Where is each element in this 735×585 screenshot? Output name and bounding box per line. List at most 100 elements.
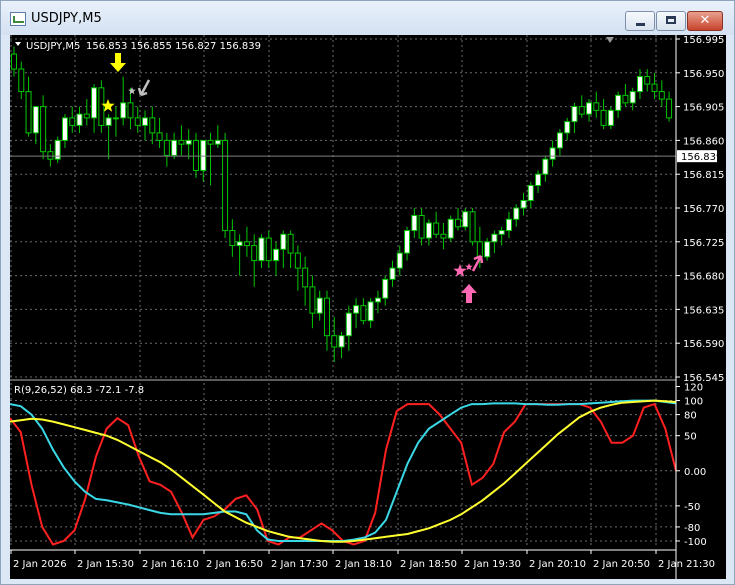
candle-body [636,76,643,93]
candle-body [178,139,185,145]
candle-body [112,117,119,120]
candle [666,91,673,122]
candle [462,208,469,231]
price-axis: 156.995 156.950 156.905 156.860 156.815 156.7… [676,35,724,384]
candle [309,275,316,329]
candle-body [192,139,199,171]
indicator-title: R(9,26,52) 68.3 -72.1 -7.8 [14,385,144,396]
candle-body [491,233,498,243]
candle-body [134,117,141,126]
price-tick-label: 156.725 [683,238,724,249]
collapse-triangle-icon[interactable] [15,42,21,46]
signals-layer [101,53,484,303]
candle-body [40,106,47,153]
candle [367,298,374,329]
time-tick-label: 2 Jan 16:50 [206,559,263,570]
candle [192,132,199,178]
arrow-up-icon [461,284,477,303]
candle-body [287,233,294,254]
candle-body [374,297,381,303]
candle [54,136,61,163]
minimize-button[interactable] [625,11,655,31]
candle-body [229,230,236,247]
candle [156,117,163,148]
price-tick-label: 156.680 [683,272,724,283]
window-title: USDJPY,M5 [31,11,102,26]
candle [542,155,549,182]
candle [440,223,447,250]
candle [105,114,112,160]
arrow-up-right-icon [471,254,484,272]
candle-body [76,113,83,126]
candle [535,170,542,193]
time-tick-label: 2 Jan 21:30 [658,559,715,570]
candle-body [338,335,345,348]
candle-body [658,91,665,100]
candle-body [25,91,32,134]
candle-body [396,252,403,269]
title-bar[interactable]: USDJPY,M5 ✕ [1,1,734,35]
candle-body [149,117,156,134]
candle [287,230,294,269]
price-tick-label: 156.635 [683,305,724,316]
symbol-name: USDJPY,M5 [26,41,80,52]
close-button[interactable]: ✕ [687,11,723,31]
indicator-axis: 120 100 80 50 0.00 -50 -80 -100 [676,383,707,548]
candle-body [520,199,527,209]
symbol-header: USDJPY,M5 156.853 156.855 156.827 156.83… [15,41,261,52]
candle [353,298,360,329]
price-tick-label: 156.770 [683,204,724,215]
candle [163,132,170,167]
candle [47,144,54,167]
indicator-tick-label: 0.00 [684,467,706,478]
candle [134,106,141,133]
candle [236,234,243,276]
candle-body [127,102,134,119]
candle-body [243,241,250,247]
candle-body [629,91,636,104]
candle [411,208,418,239]
candle [418,208,425,246]
candle [178,125,185,156]
candle [69,106,76,133]
indicator-tick-label: -50 [684,502,700,513]
candle-body [607,109,614,126]
time-tick-label: 2 Jan 19:30 [464,559,521,570]
candle-body [513,207,520,220]
candle [171,132,178,160]
candle-body [222,139,229,232]
current-price-label: 156.839 [677,150,722,163]
candle-body [214,139,221,145]
candle-body [163,139,170,156]
candle-body [69,117,76,126]
symbol-ohlc: 156.853 156.855 156.827 156.839 [86,41,261,52]
candle-body [498,230,505,235]
candle [243,226,250,257]
candle [120,76,127,126]
candle-body [294,252,301,269]
candle-body [615,94,622,111]
current-price-text: 156.839 [681,152,722,163]
chart-shift-marker-icon[interactable] [606,37,614,43]
arrow-down-left-icon [137,79,151,97]
candle-body [280,233,287,250]
candle-body [556,132,563,149]
candle-body [542,158,549,175]
candle-body [265,237,272,262]
candle-body [91,87,98,119]
candle-body [644,76,651,85]
candle [112,106,119,137]
indicator-tick-label: 120 [684,383,703,394]
candle-body [323,297,330,337]
candle-body [666,98,673,119]
candle [571,102,578,133]
chart-canvas[interactable]: 156.995 156.950 156.905 156.860 156.815 156.7… [9,35,726,579]
candle-body [61,117,68,141]
candle [207,132,214,186]
chart-area[interactable]: 156.995 156.950 156.905 156.860 156.815 156.7… [9,35,726,579]
star-icon [128,87,136,95]
indicator-tick-label: 100 [684,397,703,408]
candle [360,298,367,325]
indicator-grid [10,383,676,548]
maximize-button[interactable] [656,11,686,31]
